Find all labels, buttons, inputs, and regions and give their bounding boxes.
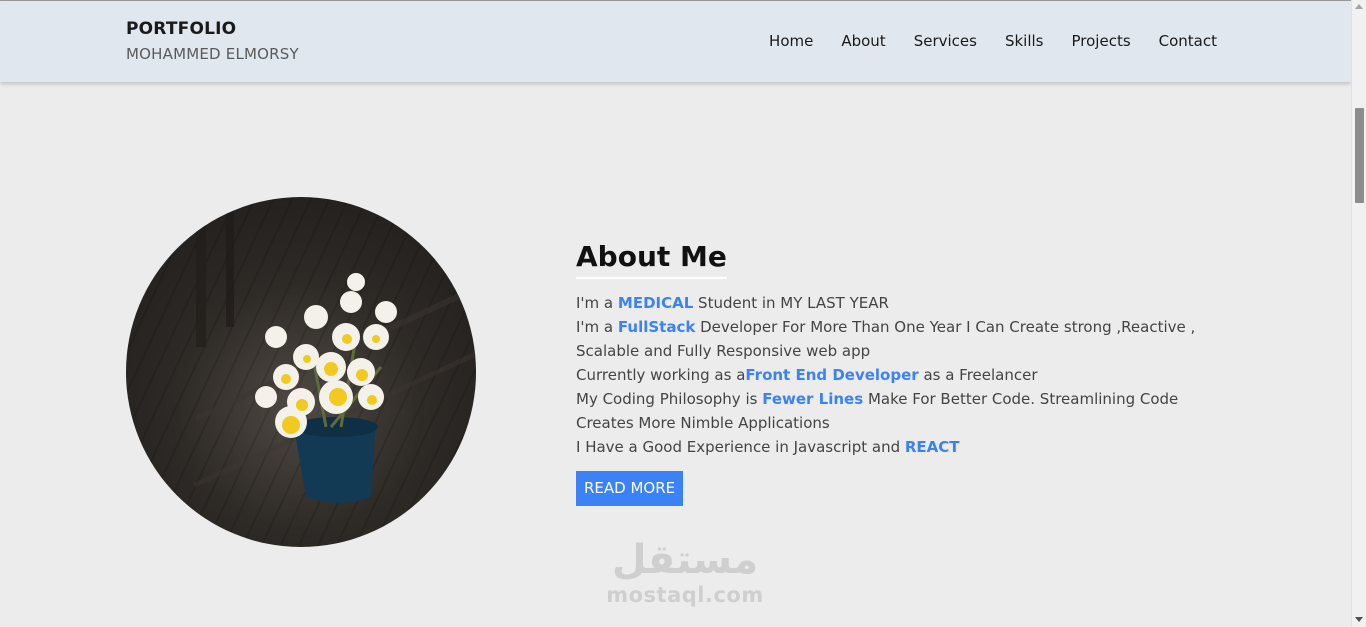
about-line-medical: I'm a MEDICAL Student in MY LAST YEAR: [576, 294, 889, 312]
scroll-down-arrow-icon[interactable]: [1355, 617, 1363, 622]
site-header: PORTFOLIO MOHAMMED ELMORSY Home About Se…: [0, 1, 1351, 82]
brand[interactable]: PORTFOLIO MOHAMMED ELMORSY: [126, 19, 299, 63]
highlight-frontend: Front End Developer: [745, 366, 919, 384]
about-line-philosophy: My Coding Philosophy is Fewer Lines Make…: [576, 390, 1179, 432]
nav-contact[interactable]: Contact: [1159, 32, 1217, 50]
nav-home[interactable]: Home: [769, 32, 813, 50]
main-nav: Home About Services Skills Projects Cont…: [741, 32, 1217, 50]
about-line-frontend: Currently working as aFront End Develope…: [576, 366, 1038, 384]
nav-about[interactable]: About: [841, 32, 885, 50]
mostaql-watermark: مستقل mostaql.com: [600, 535, 770, 607]
scroll-up-arrow-icon[interactable]: [1355, 4, 1363, 9]
brand-title: PORTFOLIO: [126, 19, 237, 39]
nav-skills[interactable]: Skills: [1005, 32, 1044, 50]
read-more-button[interactable]: READ MORE: [576, 471, 684, 506]
highlight-medical: MEDICAL: [617, 294, 694, 312]
highlight-react: REACT: [904, 438, 960, 456]
highlight-fewer-lines: Fewer Lines: [762, 390, 864, 408]
brand-subtitle: MOHAMMED ELMORSY: [126, 45, 299, 63]
about-section: About Me I'm a MEDICAL Student in MY LAS…: [576, 240, 1221, 506]
highlight-fullstack: FullStack: [617, 318, 696, 336]
about-line-experience: I Have a Good Experience in Javascript a…: [576, 438, 960, 456]
profile-photo: [126, 197, 476, 547]
about-heading: About Me: [576, 240, 727, 279]
nav-projects[interactable]: Projects: [1072, 32, 1131, 50]
about-body: I'm a MEDICAL Student in MY LAST YEAR I'…: [576, 291, 1221, 459]
about-line-fullstack: I'm a FullStack Developer For More Than …: [576, 318, 1196, 360]
watermark-arabic: مستقل: [611, 537, 759, 583]
watermark-latin: mostaql.com: [606, 583, 764, 607]
nav-services[interactable]: Services: [914, 32, 977, 50]
scroll-thumb[interactable]: [1355, 108, 1364, 203]
page-scrollbar[interactable]: [1351, 0, 1366, 627]
